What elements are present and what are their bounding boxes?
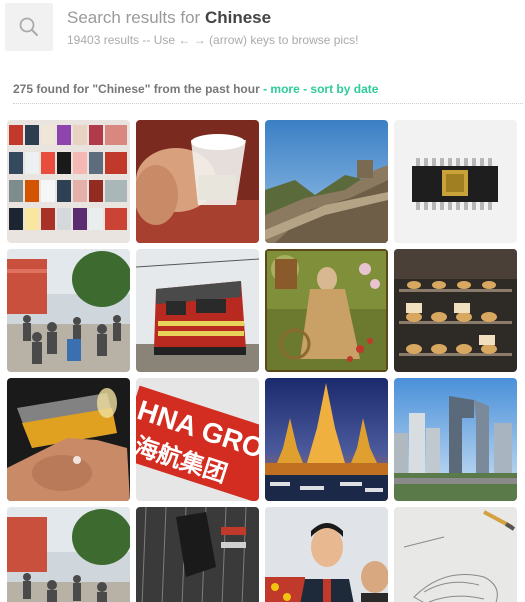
search-query: Chinese xyxy=(204,8,272,27)
crowd-street-image xyxy=(7,507,130,602)
divider xyxy=(13,103,523,104)
separator: - xyxy=(259,82,271,96)
result-thumbnail[interactable] xyxy=(136,249,259,372)
result-thumbnail[interactable] xyxy=(7,249,130,372)
result-thumbnail[interactable] xyxy=(394,120,517,243)
result-thumbnail[interactable] xyxy=(7,378,130,501)
search-button[interactable] xyxy=(5,3,53,51)
red-train-image xyxy=(136,249,259,372)
result-thumbnail[interactable] xyxy=(265,378,388,501)
page-title: Search results for Chinese xyxy=(67,8,271,28)
sketch-image xyxy=(394,507,517,602)
hna-sign-image: HNA GRO 海航集团 xyxy=(136,378,259,501)
crowd-street-image xyxy=(7,249,130,372)
sort-by-date-link[interactable]: sort by date xyxy=(310,82,378,96)
beer-glass-image xyxy=(7,378,130,501)
great-wall-image xyxy=(265,120,388,243)
result-thumbnail[interactable] xyxy=(265,249,388,372)
result-thumbnail[interactable] xyxy=(136,120,259,243)
result-thumbnail[interactable]: HNA GRO 海航集团 xyxy=(136,378,259,501)
result-thumbnail[interactable] xyxy=(394,378,517,501)
more-link[interactable]: more xyxy=(270,82,299,96)
result-thumbnail[interactable] xyxy=(394,507,517,602)
portrait-image xyxy=(265,507,388,602)
result-thumbnail[interactable] xyxy=(265,120,388,243)
microchip-image xyxy=(394,120,517,243)
filter-bar: 275 found for "Chinese" from the past ho… xyxy=(13,82,378,96)
result-thumbnail[interactable] xyxy=(7,120,130,243)
hand-glass-image xyxy=(136,120,259,243)
magazines-image xyxy=(7,120,130,243)
search-header: Search results for Chinese 19403 results… xyxy=(5,3,520,51)
pastry-display-image xyxy=(394,249,517,372)
city-skyline-image xyxy=(394,378,517,501)
painting-woman-image xyxy=(265,249,388,372)
result-thumbnail[interactable] xyxy=(7,507,130,602)
rain-poster-image xyxy=(136,507,259,602)
result-thumbnail[interactable] xyxy=(136,507,259,602)
results-hint: 19403 results -- Use ← → (arrow) keys to… xyxy=(67,33,359,47)
result-thumbnail[interactable] xyxy=(265,507,388,602)
result-thumbnail[interactable] xyxy=(394,249,517,372)
results-summary: 275 found for "Chinese" from the past ho… xyxy=(13,82,260,96)
separator: - xyxy=(299,82,311,96)
thai-temple-image xyxy=(265,378,388,501)
title-prefix: Search results for xyxy=(67,8,205,27)
search-icon xyxy=(19,17,38,36)
